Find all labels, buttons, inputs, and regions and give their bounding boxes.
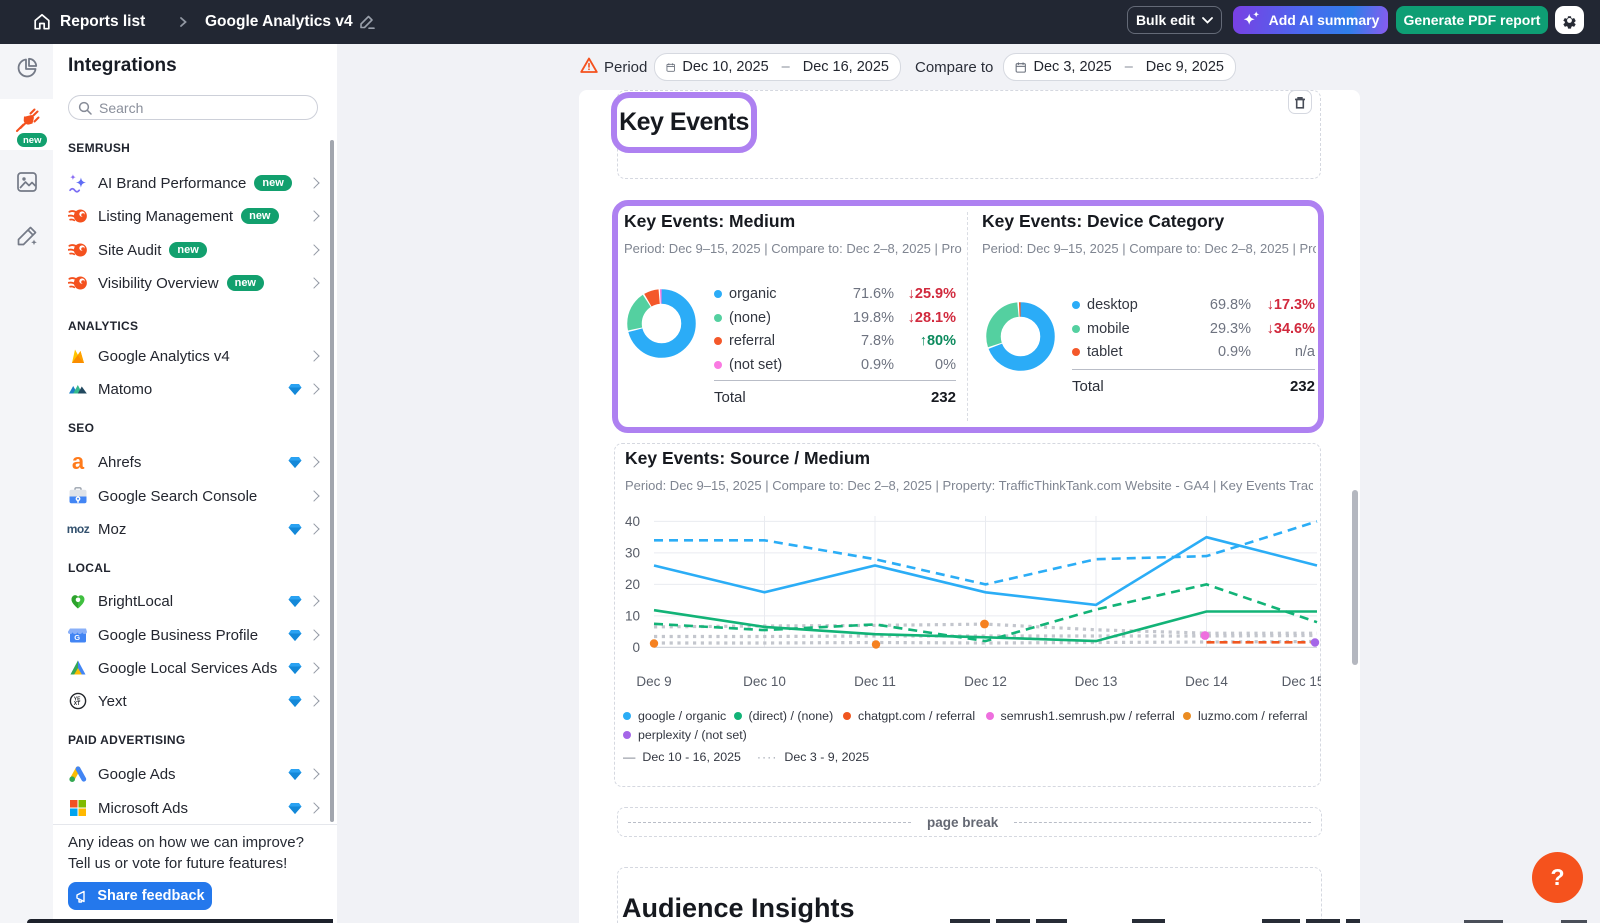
svg-text:Dec 15: Dec 15 bbox=[1282, 674, 1321, 689]
svg-text:Dec 10: Dec 10 bbox=[743, 674, 786, 689]
svg-text:30: 30 bbox=[625, 546, 640, 561]
svg-text:0: 0 bbox=[632, 640, 640, 655]
svg-text:10: 10 bbox=[625, 609, 640, 624]
svg-text:Dec 11: Dec 11 bbox=[854, 674, 896, 689]
svg-text:Dec 14: Dec 14 bbox=[1185, 674, 1228, 689]
svg-text:20: 20 bbox=[625, 577, 640, 592]
svg-text:Dec 9: Dec 9 bbox=[636, 674, 671, 689]
svg-text:XT: XT bbox=[74, 701, 80, 707]
svg-text:G: G bbox=[74, 633, 80, 642]
svg-text:Dec 12: Dec 12 bbox=[964, 674, 1007, 689]
svg-text:40: 40 bbox=[625, 514, 640, 529]
svg-text:Dec 13: Dec 13 bbox=[1075, 674, 1118, 689]
